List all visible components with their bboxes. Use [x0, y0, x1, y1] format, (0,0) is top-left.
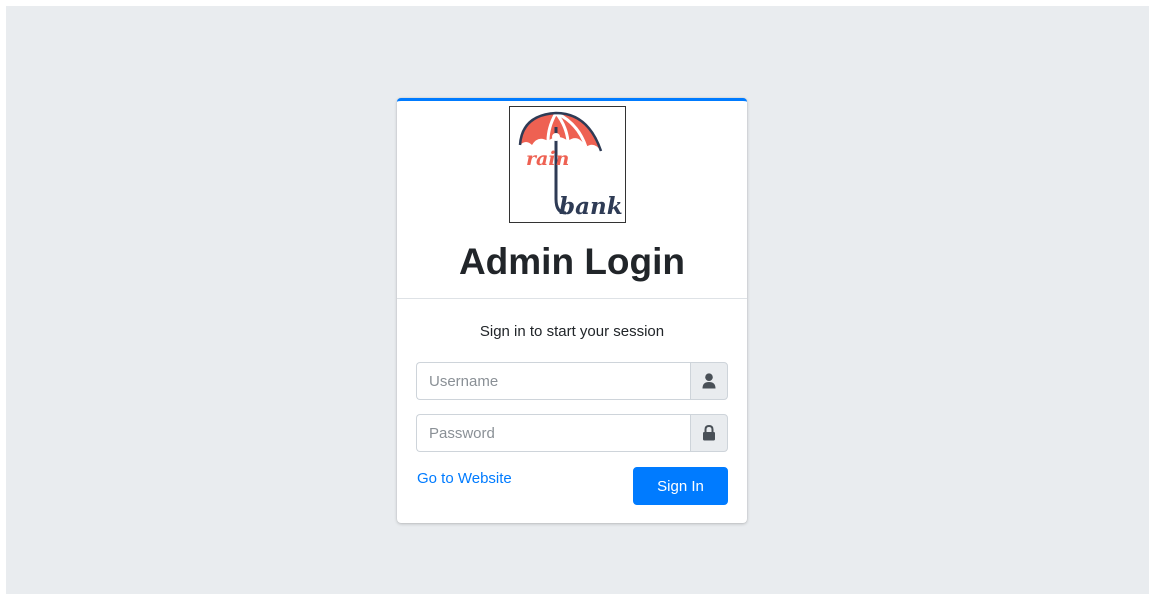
password-input[interactable] [416, 414, 690, 452]
umbrella-logo-icon: rain bank [518, 111, 623, 220]
username-input[interactable] [416, 362, 690, 400]
lock-icon [690, 414, 728, 452]
page-background: rain bank Admin Login Sign in to start y… [6, 6, 1149, 594]
sign-in-button[interactable]: Sign In [633, 467, 728, 505]
login-card: rain bank Admin Login Sign in to start y… [397, 98, 747, 523]
svg-text:bank: bank [559, 193, 623, 220]
svg-text:rain: rain [526, 148, 569, 170]
login-card-header: rain bank Admin Login [397, 101, 747, 299]
brand-logo: rain bank [509, 106, 626, 223]
page-title: Admin Login [458, 241, 686, 282]
go-to-website-link[interactable]: Go to Website [417, 470, 512, 487]
user-icon [690, 362, 728, 400]
password-input-group [416, 414, 728, 452]
login-box-message: Sign in to start your session [479, 323, 665, 340]
username-input-group [416, 362, 728, 400]
